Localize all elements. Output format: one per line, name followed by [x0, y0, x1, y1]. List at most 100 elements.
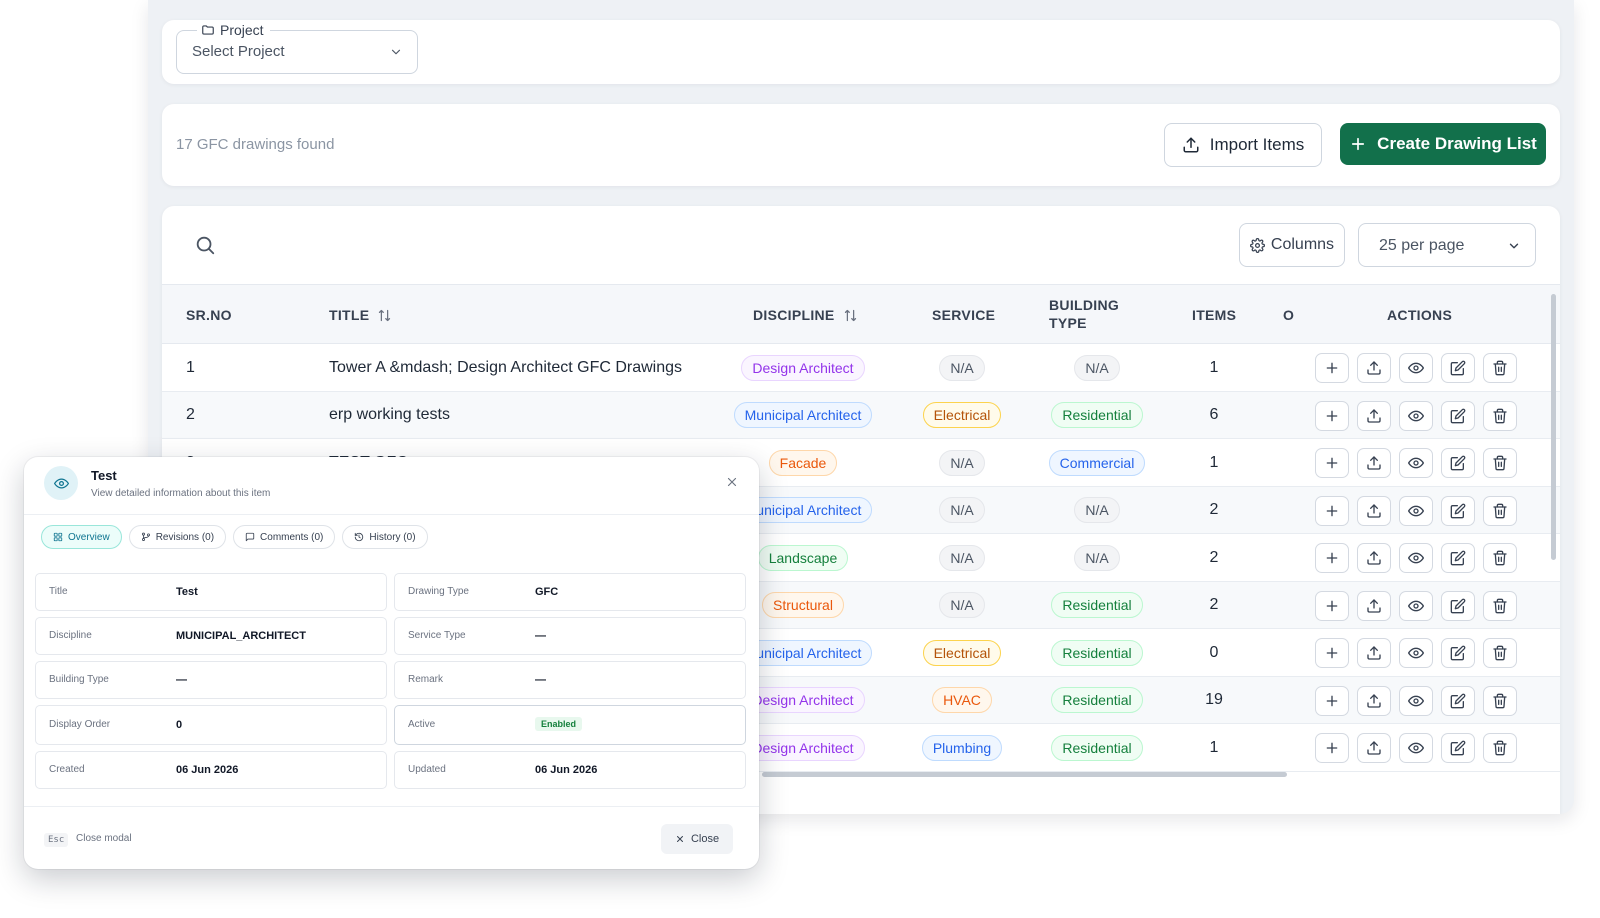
columns-label: Columns	[1270, 236, 1335, 253]
delete-button[interactable]	[1483, 448, 1517, 478]
project-select[interactable]: Project Select Project	[176, 22, 418, 74]
delete-button[interactable]	[1483, 353, 1517, 383]
building-type-badge-cell: Residential	[1032, 629, 1162, 676]
edit-button[interactable]	[1441, 448, 1475, 478]
columns-button[interactable]: Columns	[1239, 223, 1345, 267]
view-button[interactable]	[1399, 448, 1433, 478]
view-button[interactable]	[1399, 495, 1433, 526]
service-badge-cell: Electrical	[902, 392, 1022, 439]
view-button[interactable]	[1399, 685, 1433, 716]
upload-icon	[1367, 646, 1381, 660]
row-items: 2	[1209, 548, 1219, 566]
search-icon	[196, 236, 215, 255]
upload-button[interactable]	[1357, 733, 1391, 763]
per-page-select[interactable]: 25 per page	[1358, 223, 1536, 267]
add-item-button[interactable]	[1315, 400, 1349, 431]
tab-overview[interactable]: Overview	[41, 525, 122, 549]
building-type-badge: Residential	[1051, 687, 1143, 713]
trash-icon	[1493, 598, 1507, 613]
building-type-badge: Residential	[1051, 639, 1143, 666]
trash-icon	[1493, 360, 1507, 376]
delete-button[interactable]	[1483, 400, 1517, 431]
modal-subtitle: View detailed information about this ite…	[91, 488, 271, 499]
field-drawing-type: Drawing Type GFC	[394, 573, 746, 611]
row-actions	[1315, 733, 1517, 763]
row-items: 2	[1209, 501, 1219, 518]
create-drawing-list-button[interactable]: Create Drawing List	[1340, 123, 1546, 165]
row-items-cell: 2	[1174, 487, 1254, 534]
sort-icon	[379, 309, 391, 321]
horizontal-scrollbar[interactable]	[762, 772, 1287, 777]
add-item-button[interactable]	[1315, 448, 1349, 478]
add-item-button[interactable]	[1315, 638, 1349, 668]
service-badge: Plumbing	[921, 734, 1003, 761]
edit-button[interactable]	[1441, 733, 1475, 763]
edit-button[interactable]	[1441, 590, 1475, 621]
edit-icon	[1450, 693, 1466, 708]
upload-button[interactable]	[1357, 353, 1391, 383]
delete-button[interactable]	[1483, 638, 1517, 668]
tab-revisions[interactable]: Revisions (0)	[128, 525, 227, 549]
upload-button[interactable]	[1357, 590, 1391, 621]
eye-icon	[1408, 647, 1424, 659]
delete-button[interactable]	[1483, 543, 1517, 573]
upload-button[interactable]	[1357, 400, 1391, 431]
plus-icon	[1326, 457, 1338, 469]
vertical-scrollbar[interactable]	[1551, 294, 1556, 560]
delete-button[interactable]	[1483, 590, 1517, 621]
import-items-button[interactable]: Import Items	[1164, 123, 1322, 167]
edit-button[interactable]	[1441, 353, 1475, 383]
add-item-button[interactable]	[1315, 733, 1349, 763]
tab-history[interactable]: History (0)	[342, 525, 428, 549]
plus-icon	[1326, 600, 1338, 611]
view-button[interactable]	[1399, 543, 1433, 573]
edit-button[interactable]	[1441, 638, 1475, 668]
service-badge: Electrical	[922, 402, 1002, 428]
col-items: ITEMS	[1192, 307, 1236, 323]
view-button[interactable]	[1399, 733, 1433, 763]
field-title-label: Title	[49, 586, 68, 597]
table-row[interactable]: 2 erp working tests Municipal Architect Ele…	[162, 391, 1560, 439]
view-button[interactable]	[1399, 590, 1433, 621]
row-srno: 1	[186, 358, 195, 376]
upload-button[interactable]	[1357, 638, 1391, 668]
chevron-down-icon	[1509, 243, 1519, 249]
branch-icon	[141, 532, 150, 541]
col-actions-label: ACTIONS	[1387, 307, 1453, 323]
add-item-button[interactable]	[1315, 590, 1349, 621]
eye-icon	[1408, 457, 1424, 469]
tab-comments[interactable]: Comments (0)	[233, 525, 336, 549]
row-srno: 2	[186, 406, 195, 423]
edit-button[interactable]	[1441, 495, 1475, 526]
add-item-button[interactable]	[1315, 353, 1349, 383]
view-button[interactable]	[1399, 400, 1433, 431]
upload-button[interactable]	[1357, 543, 1391, 573]
upload-button[interactable]	[1357, 448, 1391, 478]
row-items-cell: 1	[1174, 344, 1254, 391]
delete-button[interactable]	[1483, 685, 1517, 716]
add-item-button[interactable]	[1315, 543, 1349, 573]
upload-icon	[1367, 693, 1381, 708]
upload-button[interactable]	[1357, 495, 1391, 526]
col-discipline[interactable]: DISCIPLINE	[753, 307, 858, 323]
view-button[interactable]	[1399, 353, 1433, 383]
row-actions	[1315, 638, 1517, 668]
edit-button[interactable]	[1441, 543, 1475, 573]
edit-button[interactable]	[1441, 685, 1475, 716]
search-button[interactable]	[194, 234, 216, 256]
upload-button[interactable]	[1357, 685, 1391, 716]
table-row[interactable]: 1 Tower A &mdash; Design Architect GFC Dr…	[162, 344, 1560, 392]
add-item-button[interactable]	[1315, 495, 1349, 526]
col-title[interactable]: TITLE	[329, 307, 392, 323]
field-building-type-label: Building Type	[49, 674, 109, 685]
view-button[interactable]	[1399, 638, 1433, 668]
add-item-button[interactable]	[1315, 685, 1349, 716]
delete-button[interactable]	[1483, 495, 1517, 526]
close-button[interactable]: Close	[661, 824, 733, 854]
plus-icon	[1352, 137, 1365, 151]
edit-button[interactable]	[1441, 400, 1475, 431]
service-badge: HVAC	[932, 687, 992, 713]
row-actions	[1315, 543, 1517, 573]
close-icon[interactable]	[725, 475, 739, 489]
delete-button[interactable]	[1483, 733, 1517, 763]
